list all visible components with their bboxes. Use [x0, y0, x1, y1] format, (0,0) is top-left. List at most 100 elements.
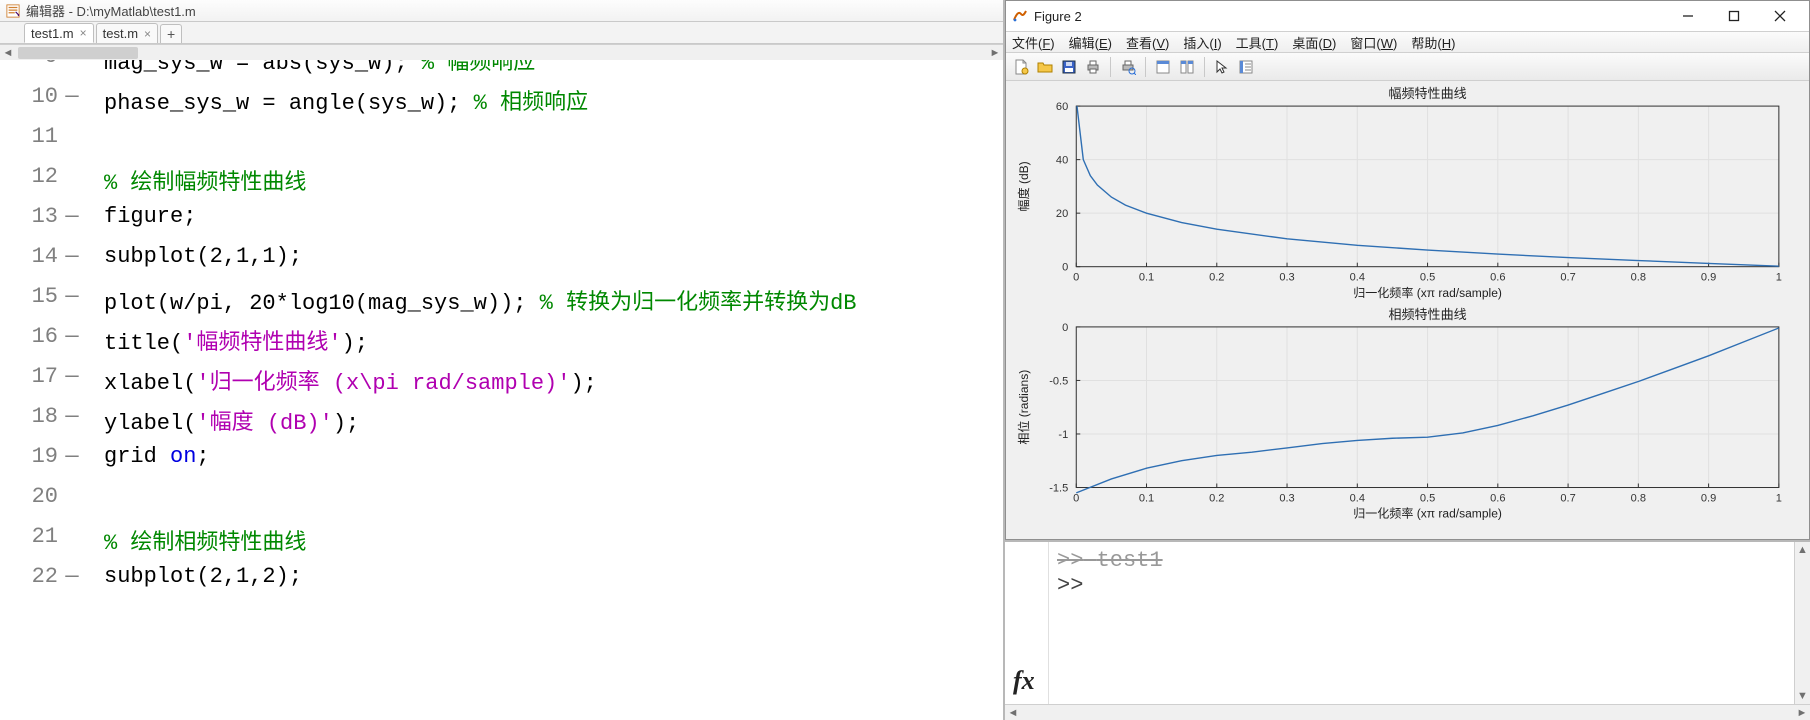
breakpoint-dash[interactable]: — — [62, 324, 82, 349]
new-file-icon[interactable] — [1010, 56, 1032, 78]
maximize-button[interactable] — [1711, 2, 1757, 30]
breakpoint-dash[interactable]: — — [62, 84, 82, 109]
breakpoint-dash[interactable]: — — [62, 244, 82, 269]
code-text[interactable]: subplot(2,1,2); — [82, 564, 302, 589]
code-text[interactable]: plot(w/pi, 20*log10(mag_sys_w)); % 转换为归一… — [82, 284, 856, 316]
breakpoint-dash[interactable]: — — [62, 564, 82, 589]
command-prompt-line[interactable]: >> — [1057, 573, 1786, 598]
svg-text:0.8: 0.8 — [1631, 493, 1646, 505]
add-tab-button[interactable]: + — [160, 24, 182, 43]
menu-f[interactable]: 文件(F) — [1012, 33, 1055, 52]
code-line[interactable]: 15—plot(w/pi, 20*log10(mag_sys_w)); % 转换… — [0, 284, 1003, 324]
code-area[interactable]: 9—mag_sys_w = abs(sys_w); % 幅频响应10—phase… — [0, 44, 1003, 720]
code-line[interactable]: 11 — [0, 124, 1003, 164]
code-line[interactable]: 18—ylabel('幅度 (dB)'); — [0, 404, 1003, 444]
figure-title-bar[interactable]: Figure 2 — [1006, 1, 1809, 31]
line-number: 19 — [0, 444, 62, 469]
svg-text:0.9: 0.9 — [1701, 272, 1716, 284]
svg-text:0.4: 0.4 — [1350, 272, 1365, 284]
code-line[interactable]: 14—subplot(2,1,1); — [0, 244, 1003, 284]
svg-text:0: 0 — [1073, 493, 1079, 505]
code-line[interactable]: 10—phase_sys_w = angle(sys_w); % 相频响应 — [0, 84, 1003, 124]
print-preview-icon[interactable] — [1117, 56, 1139, 78]
menu-w[interactable]: 窗口(W) — [1350, 33, 1397, 52]
figure-toolbar — [1006, 53, 1809, 81]
code-text[interactable]: % 绘制幅频特性曲线 — [82, 164, 306, 196]
scroll-left-icon[interactable]: ◄ — [0, 45, 16, 61]
svg-text:0.4: 0.4 — [1350, 493, 1365, 505]
save-icon[interactable] — [1058, 56, 1080, 78]
code-line[interactable]: 16—title('幅频特性曲线'); — [0, 324, 1003, 364]
breakpoint-dash[interactable]: — — [62, 284, 82, 309]
scroll-right-icon[interactable]: ► — [1794, 705, 1810, 720]
code-text[interactable]: xlabel('归一化频率 (x\pi rad/sample)'); — [82, 364, 597, 396]
line-number: 14 — [0, 244, 62, 269]
code-line[interactable]: 20 — [0, 484, 1003, 524]
dock-icon[interactable] — [1152, 56, 1174, 78]
svg-text:1: 1 — [1776, 493, 1782, 505]
tile-icon[interactable] — [1176, 56, 1198, 78]
breakpoint-dash[interactable]: — — [62, 404, 82, 429]
open-folder-icon[interactable] — [1034, 56, 1056, 78]
command-vertical-scrollbar[interactable]: ▲ ▼ — [1794, 542, 1810, 704]
close-tab-icon[interactable]: × — [80, 26, 87, 40]
window-buttons — [1665, 2, 1803, 30]
plot-svg: 00.10.20.30.40.50.60.70.80.910204060幅频特性… — [1006, 81, 1809, 541]
code-line[interactable]: 17—xlabel('归一化频率 (x\pi rad/sample)'); — [0, 364, 1003, 404]
close-tab-icon[interactable]: × — [144, 27, 151, 41]
code-text[interactable]: % 绘制相频特性曲线 — [82, 524, 306, 556]
svg-text:0.6: 0.6 — [1490, 272, 1505, 284]
app-root: 编辑器 - D:\myMatlab\test1.m test1.m×test.m… — [0, 0, 1810, 720]
toolbar-separator — [1110, 57, 1111, 77]
code-line[interactable]: 19—grid on; — [0, 444, 1003, 484]
editor-horizontal-scrollbar[interactable]: ◄ ► — [0, 44, 1003, 60]
close-button[interactable] — [1757, 2, 1803, 30]
command-history-line: >> test1 — [1057, 548, 1786, 573]
menu-e[interactable]: 编辑(E) — [1069, 33, 1112, 52]
code-text[interactable]: title('幅频特性曲线'); — [82, 324, 368, 356]
scroll-up-icon[interactable]: ▲ — [1795, 542, 1810, 558]
line-number: 21 — [0, 524, 62, 549]
code-scroll[interactable]: 9—mag_sys_w = abs(sys_w); % 幅频响应10—phase… — [0, 44, 1003, 704]
fx-icon[interactable]: fx — [1005, 662, 1048, 704]
minimize-button[interactable] — [1665, 2, 1711, 30]
breakpoint-dash[interactable]: — — [62, 444, 82, 469]
code-line[interactable]: 22—subplot(2,1,2); — [0, 564, 1003, 604]
code-text[interactable]: subplot(2,1,1); — [82, 244, 302, 269]
code-line[interactable]: 13—figure; — [0, 204, 1003, 244]
svg-text:0: 0 — [1073, 272, 1079, 284]
code-text[interactable]: grid on; — [82, 444, 210, 469]
editor-tab[interactable]: test.m× — [96, 23, 158, 43]
menu-v[interactable]: 查看(V) — [1126, 33, 1169, 52]
scrollbar-thumb[interactable] — [18, 47, 138, 59]
svg-text:0.7: 0.7 — [1560, 493, 1575, 505]
code-text[interactable]: phase_sys_w = angle(sys_w); % 相频响应 — [82, 84, 588, 116]
menu-t[interactable]: 工具(T) — [1236, 33, 1279, 52]
code-line[interactable]: 21 % 绘制相频特性曲线 — [0, 524, 1003, 564]
scroll-left-icon[interactable]: ◄ — [1005, 705, 1021, 720]
editor-tab[interactable]: test1.m× — [24, 23, 94, 43]
command-lines[interactable]: >> test1 >> — [1049, 542, 1794, 704]
scroll-down-icon[interactable]: ▼ — [1795, 688, 1810, 704]
link-axes-icon[interactable] — [1235, 56, 1257, 78]
breakpoint-dash[interactable]: — — [62, 204, 82, 229]
figure-window: Figure 2 文件(F) 编辑(E) 查看(V) 插入(I) 工具(T) 桌面(D) 窗… — [1005, 0, 1810, 540]
menu-h[interactable]: 帮助(H) — [1411, 33, 1455, 52]
svg-text:1: 1 — [1776, 272, 1782, 284]
svg-text:0.1: 0.1 — [1139, 493, 1154, 505]
scroll-right-icon[interactable]: ► — [987, 45, 1003, 61]
figure-canvas[interactable]: 00.10.20.30.40.50.60.70.80.910204060幅频特性… — [1006, 81, 1809, 539]
svg-text:0.2: 0.2 — [1209, 493, 1224, 505]
print-icon[interactable] — [1082, 56, 1104, 78]
command-horizontal-scrollbar[interactable]: ◄ ► — [1005, 704, 1810, 720]
pointer-icon[interactable] — [1211, 56, 1233, 78]
code-text[interactable]: figure; — [82, 204, 196, 229]
code-text[interactable]: ylabel('幅度 (dB)'); — [82, 404, 359, 436]
breakpoint-dash[interactable]: — — [62, 364, 82, 389]
menu-d[interactable]: 桌面(D) — [1292, 33, 1336, 52]
command-gutter: fx — [1005, 542, 1049, 704]
toolbar-separator — [1145, 57, 1146, 77]
svg-text:相位 (radians): 相位 (radians) — [1016, 370, 1031, 445]
code-line[interactable]: 12% 绘制幅频特性曲线 — [0, 164, 1003, 204]
menu-i[interactable]: 插入(I) — [1183, 33, 1221, 52]
